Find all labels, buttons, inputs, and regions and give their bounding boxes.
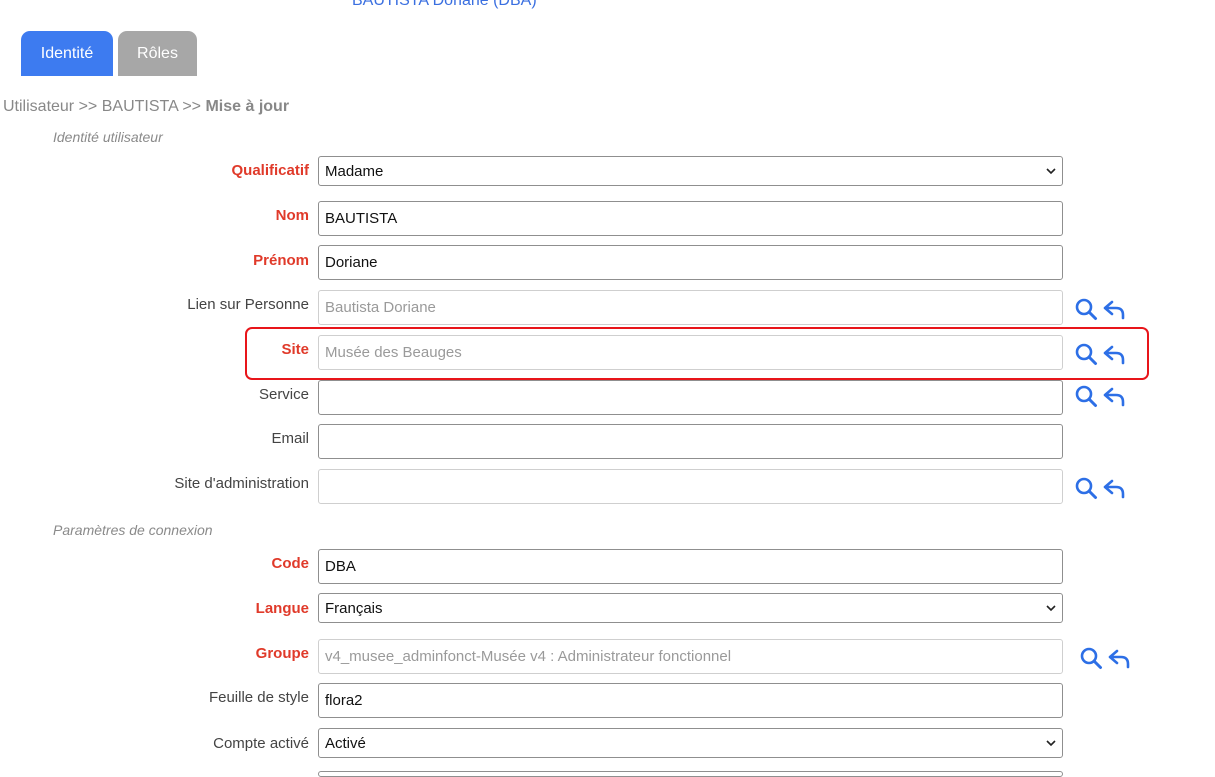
compte-active-select[interactable]: Activé (318, 728, 1063, 758)
reply-icon[interactable] (1107, 646, 1131, 670)
groupe-field: v4_musee_adminfonct-Musée v4 : Administr… (318, 639, 1063, 674)
user-title: BAUTISTA Doriane (DBA) (352, 0, 537, 9)
qualificatif-select[interactable]: Madame (318, 156, 1063, 186)
reply-icon[interactable] (1102, 384, 1126, 408)
groupe-value: v4_musee_adminfonct-Musée v4 : Administr… (325, 648, 732, 665)
code-input[interactable]: DBA (318, 549, 1063, 584)
reply-icon[interactable] (1102, 476, 1126, 500)
reply-icon[interactable] (1102, 297, 1126, 321)
section-identity-title: Identité utilisateur (53, 129, 163, 145)
site-field: Musée des Beauges (318, 335, 1063, 370)
lien-personne-label: Lien sur Personne (187, 296, 309, 313)
email-field[interactable] (318, 424, 1063, 459)
lien-personne-field: Bautista Doriane (318, 290, 1063, 325)
breadcrumb-utilisateur[interactable]: Utilisateur (3, 98, 74, 115)
prenom-label: Prénom (253, 252, 309, 269)
search-icon[interactable] (1074, 297, 1098, 321)
feuille-style-label: Feuille de style (208, 689, 309, 706)
breadcrumb-separator: >> (74, 98, 102, 115)
lien-personne-value: Bautista Doriane (325, 299, 436, 316)
qualificatif-label: Qualificatif (231, 162, 309, 179)
compte-active-label: Compte activé (213, 735, 309, 752)
site-admin-field (318, 469, 1063, 504)
lien-personne-actions (1074, 297, 1126, 321)
next-field-partial[interactable] (318, 771, 1063, 777)
breadcrumb-current: Mise à jour (205, 98, 290, 115)
qualificatif-value: Madame (325, 162, 384, 180)
service-label: Service (258, 386, 309, 403)
groupe-actions (1079, 646, 1131, 670)
nom-value: BAUTISTA (325, 210, 398, 227)
section-connection-title: Paramètres de connexion (53, 522, 213, 538)
code-value: DBA (325, 558, 356, 575)
search-icon[interactable] (1074, 384, 1098, 408)
tab-identite[interactable]: Identité (21, 31, 113, 76)
breadcrumb: Utilisateur >> BAUTISTA >> Mise à jour (3, 98, 289, 116)
email-label: Email (271, 430, 309, 447)
site-actions (1074, 342, 1126, 366)
chevron-down-icon (1046, 740, 1056, 747)
code-label: Code (271, 555, 310, 572)
langue-value: Français (325, 599, 383, 617)
prenom-value: Doriane (325, 254, 378, 271)
site-label: Site (281, 341, 309, 358)
langue-select[interactable]: Français (318, 593, 1063, 623)
service-actions (1074, 384, 1126, 408)
compte-active-value: Activé (325, 734, 366, 752)
reply-icon[interactable] (1102, 342, 1126, 366)
site-admin-label: Site d'administration (174, 475, 309, 492)
nom-input[interactable]: BAUTISTA (318, 201, 1063, 236)
search-icon[interactable] (1079, 646, 1103, 670)
chevron-down-icon (1046, 605, 1056, 612)
tab-roles[interactable]: Rôles (118, 31, 197, 76)
langue-label: Langue (255, 600, 309, 617)
site-admin-actions (1074, 476, 1126, 500)
chevron-down-icon (1046, 168, 1056, 175)
breadcrumb-bautista[interactable]: BAUTISTA (102, 98, 178, 115)
prenom-input[interactable]: Doriane (318, 245, 1063, 280)
nom-label: Nom (275, 207, 309, 224)
search-icon[interactable] (1074, 476, 1098, 500)
site-value: Musée des Beauges (325, 344, 462, 361)
feuille-style-value: flora2 (325, 692, 363, 709)
search-icon[interactable] (1074, 342, 1098, 366)
service-input[interactable] (318, 380, 1063, 415)
feuille-style-input[interactable]: flora2 (318, 683, 1063, 718)
groupe-label: Groupe (255, 645, 309, 662)
breadcrumb-separator: >> (177, 98, 206, 115)
